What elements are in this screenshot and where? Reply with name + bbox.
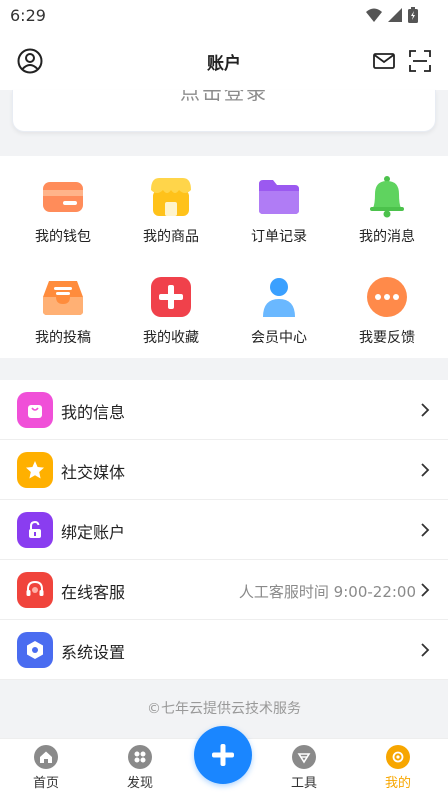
grid-label: 我的钱包 [35,229,91,245]
scan-button[interactable] [405,46,435,76]
grid-label: 我的投稿 [35,330,91,346]
tab-label: 发现 [126,776,153,791]
discover-icon [128,745,152,769]
plus-icon [212,744,234,766]
me-icon [386,745,410,769]
mail-icon [373,53,395,69]
footer-note: ©七年云提供云技术服务 [147,701,301,717]
headset-icon [17,572,53,608]
function-grid: 我的钱包 我的商品 订单记录 我的消息 我的投稿 我的收藏 会员中心 我要反馈 [0,156,448,358]
grid-item-wallet[interactable]: 我的钱包 [7,156,119,245]
mail-button[interactable] [369,46,399,76]
login-card[interactable]: 点击登录 [12,90,436,132]
service-hours: 人工客服时间 9:00-22:00 [238,583,416,601]
wifi-icon [366,8,382,22]
tab-label: 首页 [32,776,59,791]
chevron-right-icon [421,463,430,477]
tools-icon [292,745,316,769]
tab-home[interactable]: 首页 [16,745,76,791]
grid-item-goods[interactable]: 我的商品 [115,156,227,245]
settings-list: 我的信息 社交媒体 绑定账户 在线客服 人工客服时间 9:00-22:00 系统… [0,380,448,680]
more-icon [365,275,409,319]
folder-icon [257,174,301,218]
tab-label: 工具 [290,776,317,791]
home-icon [34,745,58,769]
shop-icon [149,174,193,218]
chevron-right-icon [421,643,430,657]
grid-item-submissions[interactable]: 我的投稿 [7,257,119,346]
tab-label: 我的 [384,776,411,791]
status-bar: 6:29 [0,0,448,32]
grid-label: 我的收藏 [143,330,199,346]
app-header: 账户 [0,32,448,90]
list-item-label: 社交媒体 [61,463,126,482]
grid-label: 订单记录 [251,229,307,245]
grid-item-favorites[interactable]: 我的收藏 [115,257,227,346]
list-item-bind-account[interactable]: 绑定账户 [0,500,448,560]
status-icons [366,7,418,23]
bell-icon [365,174,409,218]
grid-label: 会员中心 [251,330,307,346]
status-time: 6:29 [10,6,46,25]
settings-icon [17,632,53,668]
tab-me[interactable]: 我的 [368,745,428,791]
wallet-icon [41,174,85,218]
grid-item-messages[interactable]: 我的消息 [331,156,443,245]
list-item-label: 系统设置 [61,643,126,662]
signal-icon [388,8,402,22]
grid-item-membership[interactable]: 会员中心 [223,257,335,346]
tab-discover[interactable]: 发现 [110,745,170,791]
bag-icon [17,392,53,428]
list-item-customer-service[interactable]: 在线客服 人工客服时间 9:00-22:00 [0,560,448,620]
chevron-right-icon [421,403,430,417]
list-item-label: 我的信息 [61,403,126,422]
tab-tools[interactable]: 工具 [274,745,334,791]
grid-item-feedback[interactable]: 我要反馈 [331,257,443,346]
grid-label: 我的商品 [143,229,199,245]
list-item-my-info[interactable]: 我的信息 [0,380,448,440]
scan-icon [409,50,431,72]
star-icon [17,452,53,488]
unlock-icon [17,512,53,548]
list-item-label: 绑定账户 [61,523,126,542]
chevron-right-icon [421,583,430,597]
user-icon [257,275,301,319]
add-button[interactable] [194,726,252,784]
grid-label: 我要反馈 [359,330,415,346]
login-link[interactable]: 点击登录 [13,90,435,105]
list-item-label: 在线客服 [61,583,126,602]
grid-label: 我的消息 [359,229,415,245]
inbox-icon [41,275,85,319]
list-item-social-media[interactable]: 社交媒体 [0,440,448,500]
plus-box-icon [149,275,193,319]
battery-icon [408,7,418,23]
chevron-right-icon [421,523,430,537]
grid-item-orders[interactable]: 订单记录 [223,156,335,245]
list-item-system-settings[interactable]: 系统设置 [0,620,448,680]
